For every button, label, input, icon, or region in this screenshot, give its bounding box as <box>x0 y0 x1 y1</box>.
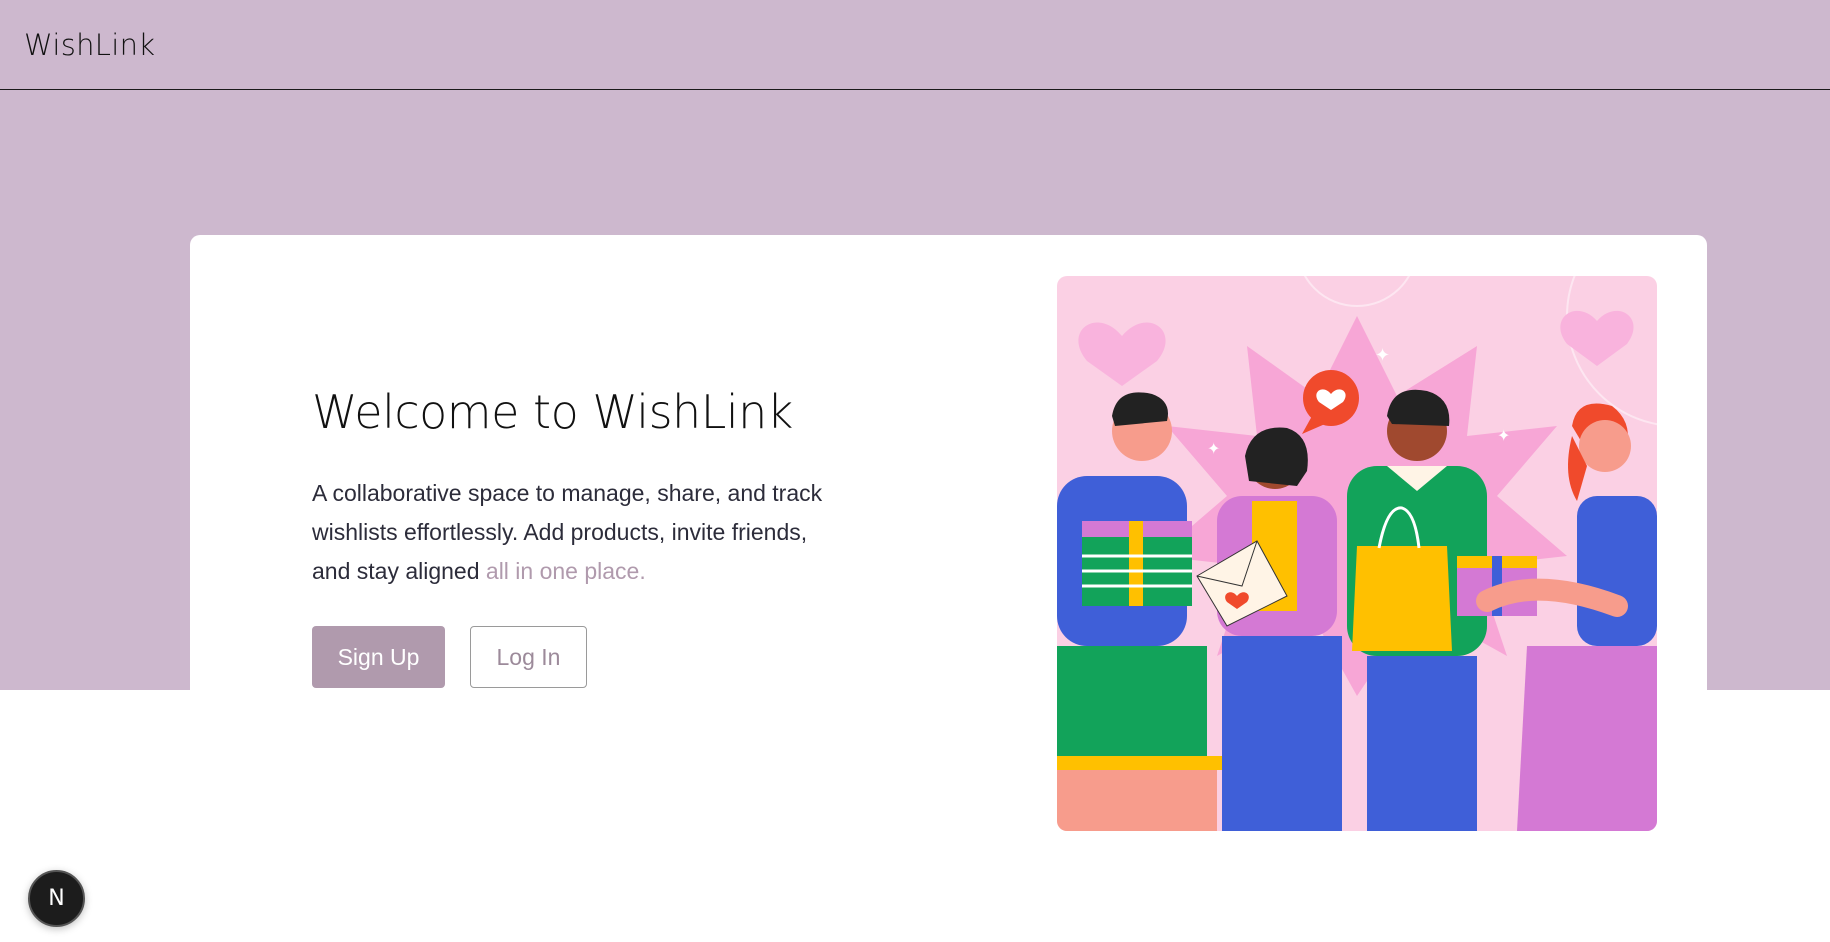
login-button[interactable]: Log In <box>470 626 587 688</box>
hero-description-accent: all in one place. <box>485 558 646 584</box>
page-title: Welcome to WishLink <box>312 385 793 439</box>
hero-description: A collaborative space to manage, share, … <box>312 474 832 591</box>
decor-ring <box>1303 276 1411 307</box>
brand-logo-text[interactable]: WishLink <box>24 28 155 62</box>
svg-text:✦: ✦ <box>1207 439 1220 458</box>
svg-text:✦: ✦ <box>1375 345 1390 366</box>
friends-gifts-illustration: ✦ ✦ ✦ <box>1057 276 1657 831</box>
top-navbar: WishLink <box>0 0 1830 90</box>
heart-icon <box>1078 322 1166 386</box>
nextjs-dev-badge[interactable]: N <box>28 870 85 927</box>
signup-button[interactable]: Sign Up <box>312 626 445 688</box>
nextjs-logo-icon: N <box>48 886 65 911</box>
heart-icon <box>1560 310 1634 366</box>
svg-text:✦: ✦ <box>1497 426 1510 445</box>
welcome-card: Welcome to WishLink A collaborative spac… <box>190 235 1707 855</box>
